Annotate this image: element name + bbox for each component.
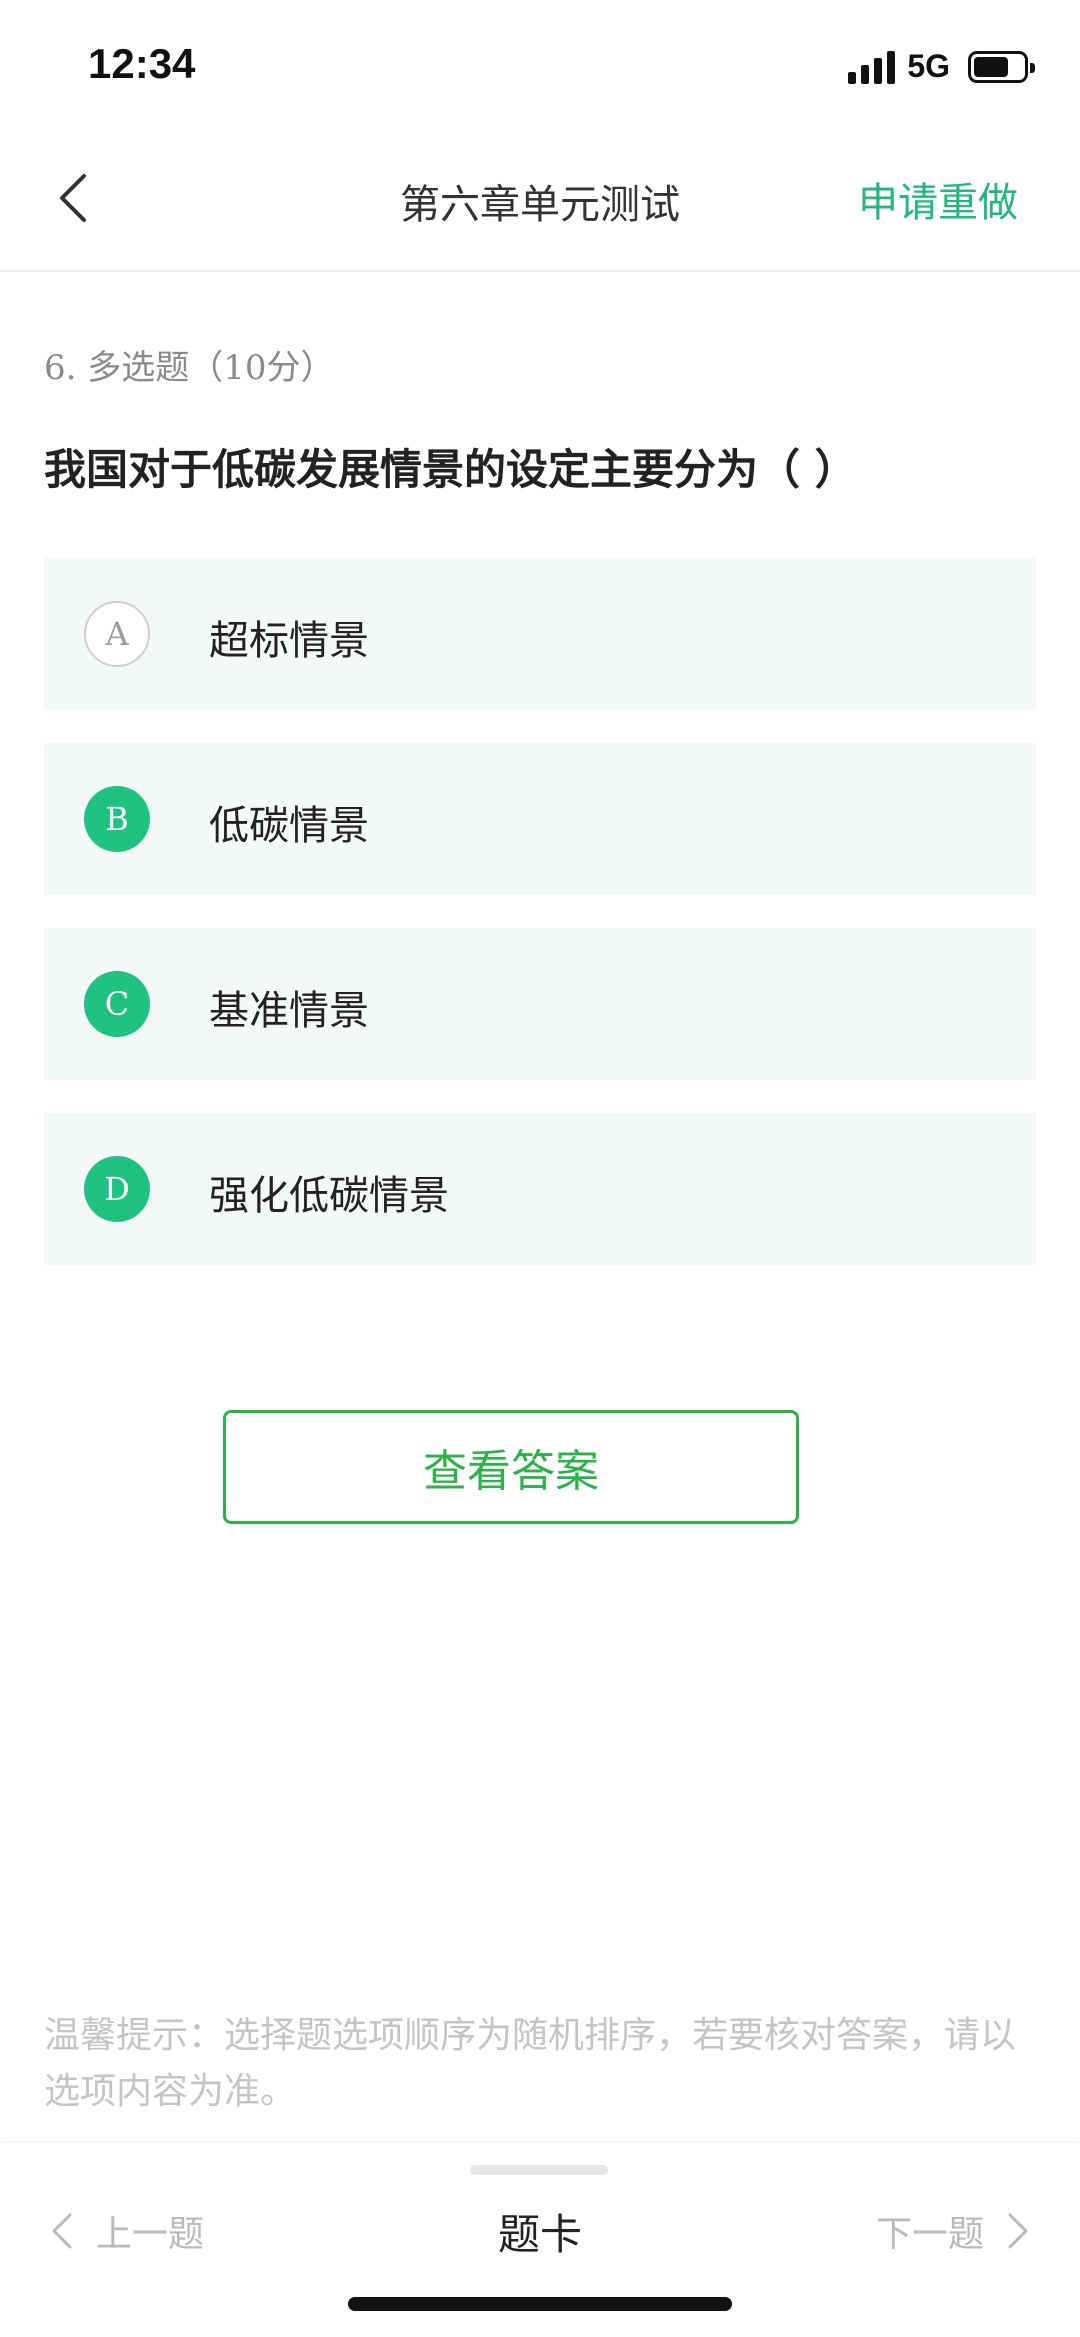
options-list: A 超标情景 B 低碳情景 C 基准情景 D 强化低碳情景 <box>44 558 1036 1298</box>
option-text: 基准情景 <box>209 988 369 1034</box>
status-time: 12:34 <box>88 40 196 87</box>
request-redo-button[interactable]: 申请重做 <box>858 170 1018 228</box>
tip-text: 温馨提示：选择题选项顺序为随机排序，若要核对答案，请以选项内容为准。 <box>44 2015 1017 2112</box>
network-type: 5G <box>907 48 950 84</box>
option-letter-badge: B <box>84 786 150 852</box>
battery-cap <box>1030 62 1035 73</box>
battery-fill <box>974 56 1008 77</box>
home-indicator <box>348 2297 732 2311</box>
option-letter-badge: C <box>84 971 150 1037</box>
status-bar: 12:34 5G <box>0 0 1080 130</box>
option-c[interactable]: C 基准情景 <box>44 928 1036 1080</box>
next-question-button[interactable]: 下一题 <box>876 2205 1030 2257</box>
question-meta: 6. 多选题（10分） <box>44 348 335 388</box>
chevron-right-icon <box>1008 2213 1028 2249</box>
question-text: 我国对于低碳发展情景的设定主要分为（ ） <box>44 445 857 494</box>
drag-handle[interactable] <box>470 2165 608 2175</box>
view-answer-button[interactable]: 查看答案 <box>223 1410 799 1524</box>
header: 第六章单元测试 申请重做 <box>0 130 1080 272</box>
option-letter-badge: A <box>84 601 150 667</box>
quiz-screen: 12:34 5G 第六章单元测试 申请重做 6. 多选题（10分） 我国对于低碳 <box>0 0 1080 2337</box>
signal-icon <box>848 50 896 84</box>
option-text: 强化低碳情景 <box>209 1173 449 1219</box>
question-card-label: 题卡 <box>497 2210 582 2259</box>
battery-icon <box>968 50 1035 83</box>
next-question-label: 下一题 <box>875 2214 984 2255</box>
option-text: 超标情景 <box>209 618 369 664</box>
status-indicators: 5G <box>848 48 1035 85</box>
option-b[interactable]: B 低碳情景 <box>44 743 1036 895</box>
option-letter-badge: D <box>84 1156 150 1222</box>
option-d[interactable]: D 强化低碳情景 <box>44 1113 1036 1265</box>
option-text: 低碳情景 <box>209 803 369 849</box>
option-a[interactable]: A 超标情景 <box>44 558 1036 710</box>
